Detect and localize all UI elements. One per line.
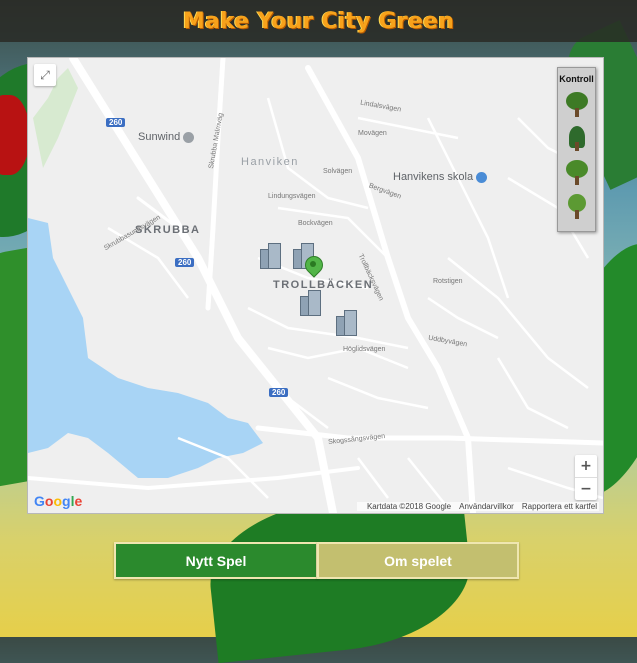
building-marker[interactable] [260,243,281,269]
city-map[interactable]: ⤢ 260 260 260 Sunwind Hanvikens skola Ha… [27,57,604,514]
building-marker[interactable] [336,310,357,336]
fullscreen-icon: ⤢ [40,67,50,82]
map-attribution: Kartdata ©2018 Google Användarvillkor Rapp… [356,502,599,511]
poi-label: Sunwind [138,131,181,143]
conifer-tree-icon[interactable] [564,126,590,152]
building-marker[interactable] [300,290,321,316]
about-game-button[interactable]: Om spelet [317,542,519,579]
lake [28,218,263,478]
road-260-shield: 260 [106,118,126,127]
control-panel: Kontroll [557,67,596,232]
poi-marker-icon [183,131,195,143]
street-label: Solvägen [323,168,353,175]
street-label: Höglidsvägen [343,346,386,353]
street-label: Movägen [358,130,387,137]
title-bar: Make Your City Green [0,0,637,42]
report-error-link[interactable]: Rapportera ett kartfel [522,502,597,511]
poi-sunwind[interactable]: Sunwind [138,131,195,143]
street-label: Lindungsvägen [268,193,316,200]
school-marker-icon [476,171,488,183]
fullscreen-button[interactable]: ⤢ [34,64,56,86]
small-tree-icon[interactable] [564,194,590,220]
poi-hanvikens-skola[interactable]: Hanvikens skola [393,171,488,183]
road-260-shield: 260 [269,388,289,397]
google-logo[interactable]: Google [34,493,82,509]
street-label: Bockvägen [298,220,333,227]
bush-tree-icon[interactable] [564,160,590,186]
road-260-shield: 260 [175,258,195,267]
zoom-controls: + − [575,455,597,500]
terms-link[interactable]: Användarvillkor [459,502,514,511]
new-game-button[interactable]: Nytt Spel [114,542,318,579]
area-label-hanviken: Hanviken [241,156,299,168]
deciduous-tree-icon[interactable] [564,92,590,118]
map-data-credit: Kartdata ©2018 Google [366,502,452,511]
control-title: Kontroll [559,74,594,84]
game-title: Make Your City Green [182,8,455,34]
street-label: Rotstigen [433,278,463,285]
location-pin-icon[interactable] [301,252,327,278]
zoom-out-button[interactable]: − [575,478,597,500]
poi-label: Hanvikens skola [393,171,474,183]
zoom-in-button[interactable]: + [575,455,597,477]
area-label-trollbacken: TROLLBÄCKEN [273,279,374,291]
